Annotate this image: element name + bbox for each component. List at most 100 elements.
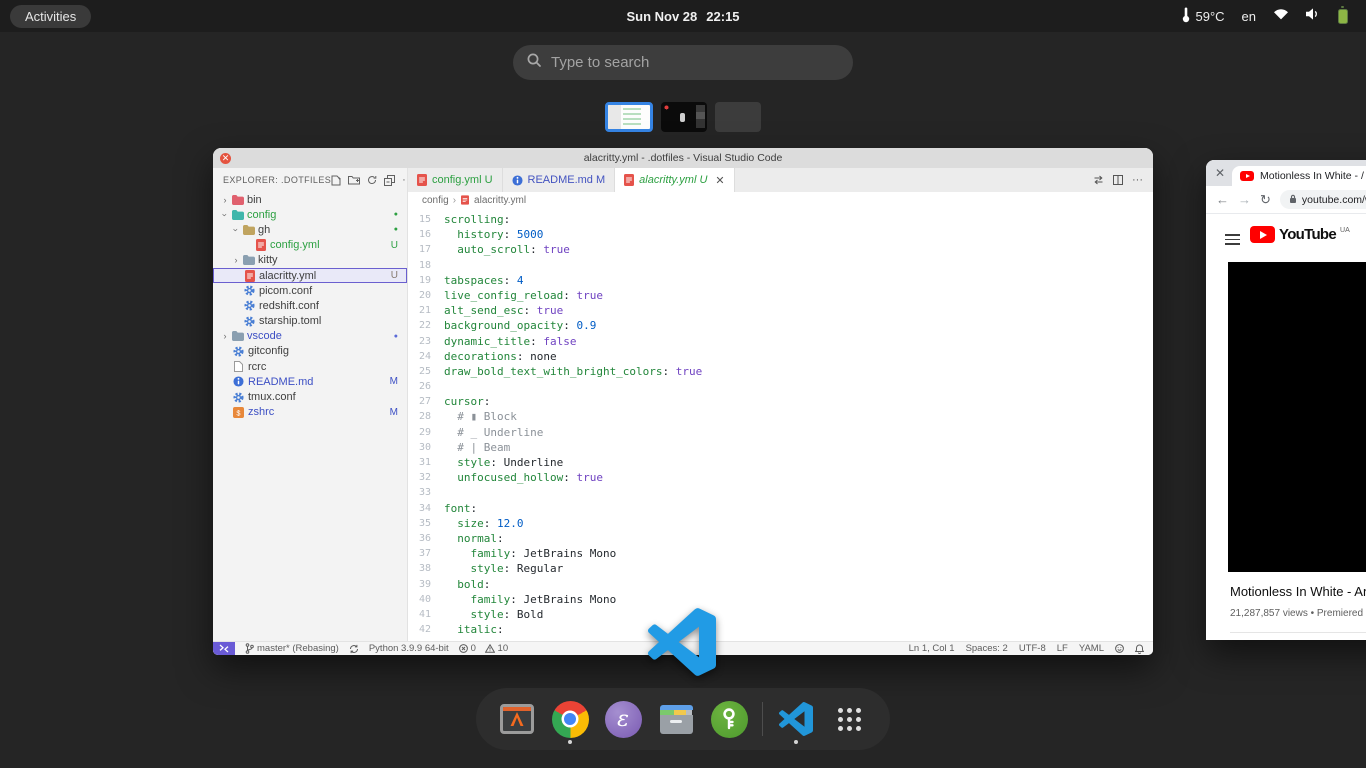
chrome-icon bbox=[552, 701, 589, 738]
workspace-thumbnail-2[interactable] bbox=[661, 102, 707, 132]
system-status-area[interactable]: 59°C en bbox=[1182, 7, 1356, 26]
tree-item-bin[interactable]: ›bin bbox=[213, 192, 407, 207]
forward-button[interactable]: → bbox=[1238, 193, 1251, 206]
status-item[interactable]: Ln 1, Col 1 bbox=[909, 643, 955, 654]
clock[interactable]: Sun Nov 28 22:15 bbox=[626, 9, 739, 24]
tree-item-zshrc[interactable]: $zshrcM bbox=[213, 405, 407, 420]
tree-item-vscode[interactable]: ›vscode● bbox=[213, 329, 407, 344]
youtube-play-icon bbox=[1250, 226, 1275, 243]
chevron-down-icon: › bbox=[220, 210, 230, 220]
feedback-icon[interactable] bbox=[1115, 644, 1124, 653]
workspace-thumbnail-3[interactable] bbox=[715, 102, 761, 132]
tree-item-config.yml[interactable]: config.ymlU bbox=[213, 238, 407, 253]
workspace-thumbnail-1[interactable] bbox=[605, 102, 653, 132]
status-item[interactable]: UTF-8 bbox=[1019, 643, 1046, 654]
tree-item-gitconfig[interactable]: gitconfig bbox=[213, 344, 407, 359]
dock-item-emacs[interactable]: ε bbox=[603, 692, 643, 746]
status-item[interactable]: YAML bbox=[1079, 643, 1104, 654]
more-actions-icon[interactable]: ··· bbox=[1132, 176, 1143, 184]
tree-item-alacritty.yml[interactable]: alacritty.ymlU bbox=[213, 268, 407, 283]
code-line: 42 italic: bbox=[408, 622, 1153, 637]
file-icon bbox=[231, 361, 246, 372]
emacs-icon: ε bbox=[605, 701, 642, 738]
reload-button[interactable]: ↻ bbox=[1260, 193, 1271, 206]
editor-tab-README.md[interactable]: README.md M bbox=[503, 168, 616, 192]
chrome-window[interactable]: ✕ Motionless In White - / ← → ↻ youtube.… bbox=[1206, 160, 1366, 640]
sync-icon[interactable] bbox=[349, 644, 359, 654]
split-editor-icon[interactable] bbox=[1113, 175, 1123, 185]
line-number: 21 bbox=[408, 303, 444, 318]
activities-button[interactable]: Activities bbox=[10, 5, 91, 28]
notifications-bell-icon[interactable] bbox=[1135, 644, 1144, 654]
editor-tab-config.yml[interactable]: config.yml U bbox=[408, 168, 503, 192]
overview-search[interactable] bbox=[513, 45, 853, 80]
youtube-page: YouTube UA Motionless In White - Anot 21… bbox=[1206, 214, 1366, 640]
git-badge: ● bbox=[394, 333, 398, 340]
background-tab-close-icon[interactable]: ✕ bbox=[1215, 166, 1225, 180]
dock-item-google-chrome[interactable] bbox=[550, 692, 590, 746]
refresh-explorer-icon[interactable] bbox=[367, 175, 377, 185]
folder-icon bbox=[230, 331, 245, 341]
remote-indicator[interactable] bbox=[213, 642, 235, 655]
collapse-folders-icon[interactable] bbox=[384, 175, 395, 186]
editor-tab-alacritty.yml[interactable]: alacritty.yml U✕ bbox=[615, 168, 734, 192]
line-number: 18 bbox=[408, 258, 444, 273]
youtube-logo[interactable]: YouTube UA bbox=[1250, 226, 1350, 243]
line-number: 19 bbox=[408, 273, 444, 288]
chrome-active-tab[interactable]: Motionless In White - / bbox=[1232, 166, 1366, 186]
yaml-icon bbox=[624, 174, 634, 186]
back-button[interactable]: ← bbox=[1216, 193, 1229, 206]
code-line: 36 normal: bbox=[408, 531, 1153, 546]
vscode-window[interactable]: ✕ alacritty.yml - .dotfiles - Visual Stu… bbox=[213, 148, 1153, 655]
tree-item-gh[interactable]: ›gh● bbox=[213, 222, 407, 237]
tree-item-tmux.conf[interactable]: tmux.conf bbox=[213, 389, 407, 404]
tree-item-redshift.conf[interactable]: redshift.conf bbox=[213, 298, 407, 313]
dock-item-vscode[interactable] bbox=[776, 692, 816, 746]
line-number: 36 bbox=[408, 531, 444, 546]
tree-item-README.md[interactable]: README.mdM bbox=[213, 374, 407, 389]
tree-item-rcrc[interactable]: rcrc bbox=[213, 359, 407, 374]
search-icon bbox=[527, 53, 541, 72]
git-branch-status[interactable]: master* (Rebasing) bbox=[245, 643, 339, 654]
code-editor[interactable]: 15scrolling:16 history: 500017 auto_scro… bbox=[408, 208, 1153, 641]
search-input[interactable] bbox=[551, 54, 839, 71]
line-number: 25 bbox=[408, 364, 444, 379]
line-number: 26 bbox=[408, 379, 444, 394]
tree-item-starship.toml[interactable]: starship.toml bbox=[213, 314, 407, 329]
keyboard-layout-indicator[interactable]: en bbox=[1242, 9, 1256, 24]
tree-item-kitty[interactable]: ›kitty bbox=[213, 253, 407, 268]
tree-item-config[interactable]: ›config● bbox=[213, 207, 407, 222]
problems-status[interactable]: 0 10 bbox=[459, 643, 509, 654]
status-item[interactable]: LF bbox=[1057, 643, 1068, 654]
dock-item-keepassxc[interactable] bbox=[709, 692, 749, 746]
dock-item-files[interactable] bbox=[656, 692, 696, 746]
chevron-right-icon: › bbox=[220, 331, 230, 341]
new-folder-icon[interactable] bbox=[348, 175, 360, 185]
window-close-button[interactable]: ✕ bbox=[220, 153, 231, 164]
tree-item-picom.conf[interactable]: picom.conf bbox=[213, 283, 407, 298]
yaml-icon bbox=[461, 195, 469, 205]
python-interpreter[interactable]: Python 3.9.9 64-bit bbox=[369, 643, 449, 654]
hamburger-menu-icon[interactable] bbox=[1225, 234, 1240, 248]
line-number: 28 bbox=[408, 409, 444, 424]
address-bar[interactable]: youtube.com/wa bbox=[1280, 190, 1366, 209]
toggle-editor-layout-icon[interactable] bbox=[1093, 175, 1104, 185]
vscode-app-icon[interactable] bbox=[648, 608, 716, 676]
dock-item-app-grid[interactable] bbox=[829, 692, 869, 746]
chevron-right-icon: › bbox=[231, 255, 241, 265]
tab-close-icon[interactable]: ✕ bbox=[715, 174, 724, 187]
video-player[interactable] bbox=[1228, 262, 1366, 572]
status-item[interactable]: Spaces: 2 bbox=[966, 643, 1008, 654]
git-badge: M bbox=[390, 407, 398, 418]
line-number: 22 bbox=[408, 318, 444, 333]
breadcrumb-item[interactable]: config bbox=[422, 195, 449, 206]
editor-tab-bar: config.yml UREADME.md Malacritty.yml U✕ ·… bbox=[408, 168, 1153, 192]
new-file-icon[interactable] bbox=[331, 175, 341, 186]
code-line: 31 style: Underline bbox=[408, 455, 1153, 470]
dock-item-alacritty[interactable] bbox=[497, 692, 537, 746]
app-grid-icon bbox=[838, 708, 861, 731]
code-line: 34font: bbox=[408, 501, 1153, 516]
breadcrumb[interactable]: config›alacritty.yml bbox=[408, 192, 1153, 208]
wifi-icon bbox=[1273, 7, 1289, 25]
breadcrumb-item[interactable]: alacritty.yml bbox=[474, 195, 526, 206]
